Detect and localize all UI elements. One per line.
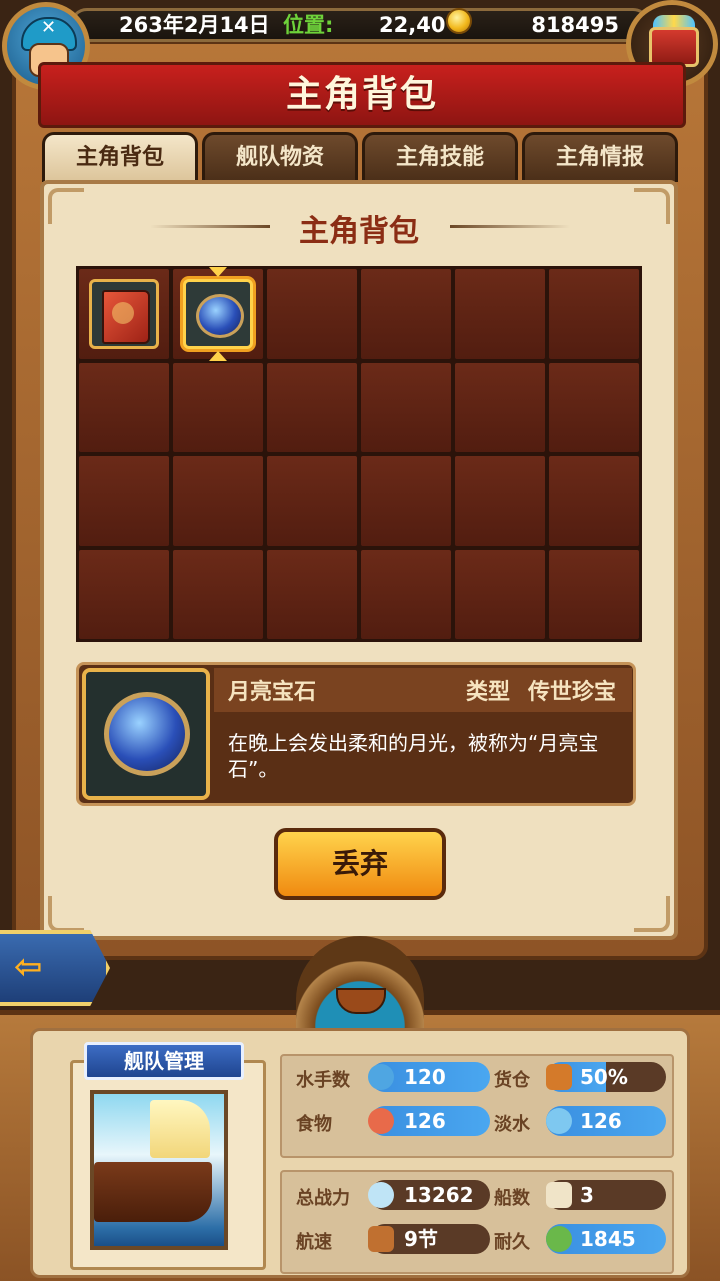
corner-ornament (634, 896, 670, 932)
tab-hero-info[interactable]: 主角情报 (522, 132, 678, 182)
position-value: 22,40 (379, 13, 446, 37)
crossed-swords-icon (368, 1182, 394, 1208)
discard-button[interactable]: 丢弃 (274, 828, 446, 900)
inventory-slot[interactable] (79, 269, 169, 359)
selection-marker-icon (209, 267, 227, 277)
inventory-slot[interactable] (173, 549, 263, 639)
moon-gem-icon (104, 692, 190, 776)
cargo-label: 货仓 (494, 1070, 530, 1091)
skull-mark-icon: ✕ (41, 17, 57, 38)
selection-marker-icon (209, 350, 227, 361)
corner-ornament (48, 896, 84, 932)
inventory-slot[interactable] (455, 549, 545, 639)
inventory-slot[interactable] (267, 549, 357, 639)
inventory-slot[interactable] (79, 362, 169, 452)
inventory-slot[interactable] (79, 456, 169, 546)
inventory-slot[interactable] (549, 269, 639, 359)
speed-label: 航速 (296, 1232, 332, 1253)
inventory-slot[interactable] (549, 362, 639, 452)
ship-sail-icon (150, 1100, 210, 1158)
title-banner: 主角背包 (38, 62, 686, 128)
inventory-slot[interactable] (173, 362, 263, 452)
power-label: 总战力 (296, 1188, 350, 1209)
crate-icon (546, 1064, 572, 1090)
inventory-slot[interactable] (549, 456, 639, 546)
meat-icon (368, 1108, 394, 1134)
sailor-icon (368, 1064, 394, 1090)
inventory-slot[interactable] (361, 456, 451, 546)
inventory-slot-selected[interactable] (173, 267, 263, 361)
item-name: 月亮宝石 (228, 680, 317, 705)
water-jar-icon (546, 1108, 572, 1134)
tab-hero-bag[interactable]: 主角背包 (42, 132, 198, 182)
game-date: 263年2月14日 (119, 13, 270, 37)
inventory-slot[interactable] (361, 362, 451, 452)
section-title: 主角背包 (299, 214, 419, 249)
inventory-slot[interactable] (267, 456, 357, 546)
fleet-management-button[interactable]: 舰队管理 (84, 1042, 244, 1080)
status-bar: 263年2月14日 位置: 22,40 818495 (70, 8, 650, 42)
red-book-icon (102, 290, 150, 344)
sail-icon (546, 1182, 572, 1208)
inventory-slot[interactable] (361, 269, 451, 359)
tab-fleet-supplies[interactable]: 舰队物资 (202, 132, 358, 182)
water-label: 淡水 (494, 1114, 530, 1135)
ships-label: 船数 (494, 1188, 530, 1209)
repair-icon (546, 1226, 572, 1252)
gold-amount: 818495 (531, 13, 619, 37)
boat-icon (368, 1226, 394, 1252)
item-type-label: 类型 (466, 680, 511, 705)
inventory-slot[interactable] (173, 456, 263, 546)
gold-coin-icon (446, 8, 472, 34)
inventory-slot[interactable] (267, 269, 357, 359)
sailors-label: 水手数 (296, 1070, 350, 1091)
item-frame (89, 279, 159, 349)
inventory-slot[interactable] (455, 456, 545, 546)
item-frame (183, 279, 253, 349)
inventory-grid (76, 266, 642, 642)
page-title: 主角背包 (285, 74, 438, 115)
chest-icon (649, 27, 699, 67)
item-type-value: 传世珍宝 (528, 680, 617, 705)
durability-label: 耐久 (494, 1232, 530, 1253)
food-label: 食物 (296, 1114, 332, 1135)
item-description: 在晚上会发出柔和的月光，被称为“月亮宝石”。 (228, 731, 599, 781)
moon-gem-icon (196, 294, 244, 338)
tab-hero-skills[interactable]: 主角技能 (362, 132, 518, 182)
inventory-slot[interactable] (455, 269, 545, 359)
inventory-slot[interactable] (79, 549, 169, 639)
inventory-slot[interactable] (549, 549, 639, 639)
item-detail-icon-frame (82, 668, 210, 800)
ship-hull-icon (94, 1162, 212, 1222)
inventory-slot[interactable] (267, 362, 357, 452)
position-label: 位置: (283, 13, 334, 37)
inventory-slot[interactable] (455, 362, 545, 452)
back-arrow-icon: ⇦ (14, 947, 43, 987)
inventory-slot[interactable] (361, 549, 451, 639)
